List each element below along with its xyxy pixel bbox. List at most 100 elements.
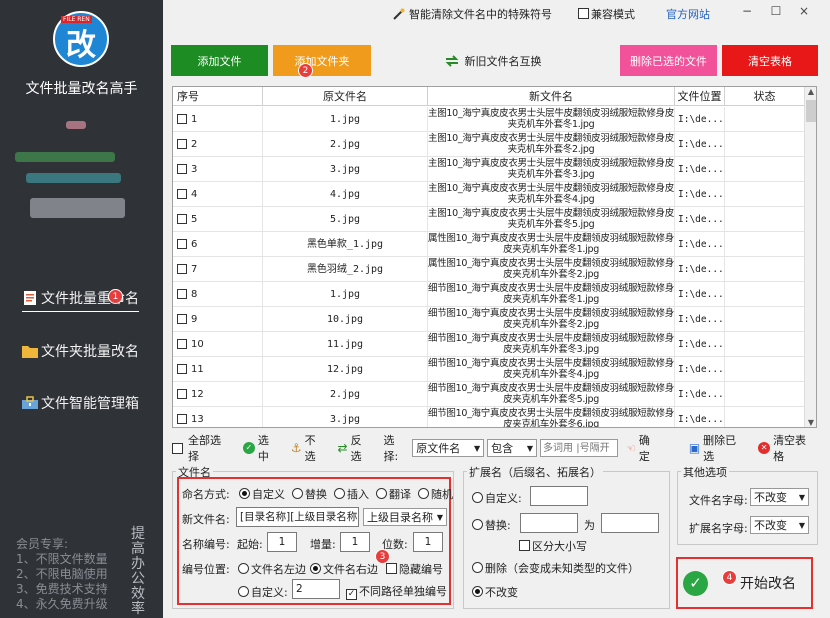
maximize-icon[interactable]: ☐ xyxy=(765,4,787,18)
mode-replace-radio[interactable]: 替换 xyxy=(292,488,327,501)
row-index-cell[interactable]: 9 xyxy=(173,307,263,332)
scroll-up-icon[interactable]: ▲ xyxy=(805,87,816,96)
table-row[interactable]: 6 黑色单款_1.jpg 属性图10_海宁真皮皮衣男士头层牛皮翻领皮羽绒服短款修身皮… xyxy=(173,232,805,257)
clear-table-button[interactable]: 清空表格 xyxy=(722,45,818,76)
ext-replace-radio[interactable]: 替换: xyxy=(472,517,511,533)
close-icon[interactable]: × xyxy=(793,4,815,18)
mode-insert-radio[interactable]: 插入 xyxy=(334,488,369,501)
row-index-cell[interactable]: 5 xyxy=(173,207,263,232)
row-checkbox[interactable] xyxy=(177,239,187,249)
compat-mode-checkbox[interactable]: 兼容模式 xyxy=(578,6,635,22)
table-row[interactable]: 9 10.jpg 细节图10_海宁真皮皮衣男士头层牛皮翻领皮羽绒服短款修身皮夹克机车… xyxy=(173,307,805,332)
deselect-button[interactable]: ⚓ 不选 xyxy=(291,432,327,464)
table-scrollbar[interactable]: ▲ ▼ xyxy=(804,87,816,427)
pos-right-radio[interactable]: 文件名右边 xyxy=(310,561,378,577)
sidebar-item-file-manager[interactable]: 文件智能管理箱 xyxy=(22,393,139,413)
start-rename-button[interactable]: ✓ 开始改名 xyxy=(676,557,813,609)
minimize-icon[interactable]: − xyxy=(736,4,758,18)
ext-replace-to-input[interactable] xyxy=(601,513,659,533)
keyword-input[interactable] xyxy=(540,439,619,457)
table-row[interactable]: 10 11.jpg 细节图10_海宁真皮皮衣男士头层牛皮翻领皮羽绒服短款修身皮夹克机… xyxy=(173,332,805,357)
ext-replace-from-input[interactable] xyxy=(520,513,578,533)
row-index-cell[interactable]: 7 xyxy=(173,257,263,282)
invert-button[interactable]: ⇄ 反选 xyxy=(338,432,373,464)
row-index-cell[interactable]: 10 xyxy=(173,332,263,357)
row-checkbox[interactable] xyxy=(177,264,187,274)
table-row[interactable]: 8 1.jpg 细节图10_海宁真皮皮衣男士头层牛皮翻领皮羽绒服短款修身皮夹克机车外… xyxy=(173,282,805,307)
table-row[interactable]: 4 4.jpg 主图10_海宁真皮皮衣男士头层牛皮翻领皮羽绒服短款修身皮夹克机车外套… xyxy=(173,182,805,207)
mode-translate-radio[interactable]: 翻译 xyxy=(376,488,411,501)
row-index-cell[interactable]: 3 xyxy=(173,157,263,182)
row-index-cell[interactable]: 13 xyxy=(173,407,263,427)
step-input[interactable]: 1 xyxy=(340,532,370,552)
chevron-down-icon: ▼ xyxy=(436,512,443,522)
table-row[interactable]: 3 3.jpg 主图10_海宁真皮皮衣男士头层牛皮翻领皮羽绒服短款修身皮夹克机车外套… xyxy=(173,157,805,182)
pos-left-radio[interactable]: 文件名左边 xyxy=(238,561,306,577)
select-button[interactable]: ✓ 选中 xyxy=(242,432,280,464)
sidebar-item-folder-rename[interactable]: 文件夹批量改名 xyxy=(22,341,139,361)
delete-selected-files-button[interactable]: 删除已选的文件 xyxy=(620,45,717,76)
row-checkbox[interactable] xyxy=(177,139,187,149)
ext-unchanged-radio[interactable]: 不改变 xyxy=(472,584,518,600)
select-all-checkbox[interactable]: 全部选择 xyxy=(172,432,232,464)
start-input[interactable]: 1 xyxy=(267,532,297,552)
new-name-input[interactable]: [目录名称][上级目录名称] xyxy=(236,507,359,527)
special-chars-button[interactable]: 智能清除文件名中的特殊符号 xyxy=(392,6,552,22)
row-checkbox[interactable] xyxy=(177,114,187,124)
scroll-down-icon[interactable]: ▼ xyxy=(805,418,816,427)
case-sensitive-checkbox[interactable]: 区分大小写 xyxy=(519,538,587,554)
swap-names-button[interactable]: 新旧文件名互换 xyxy=(439,45,547,76)
ext-to-label: 为 xyxy=(584,519,595,532)
row-index-cell[interactable]: 2 xyxy=(173,132,263,157)
table-row[interactable]: 5 5.jpg 主图10_海宁真皮皮衣男士头层牛皮翻领皮羽绒服短款修身皮夹克机车外套… xyxy=(173,207,805,232)
row-index-cell[interactable]: 12 xyxy=(173,382,263,407)
official-site-link[interactable]: 官方网站 xyxy=(666,6,710,22)
mode-random-radio[interactable]: 随机 xyxy=(418,488,453,501)
add-folder-button[interactable]: 添加文件夹 xyxy=(273,45,371,76)
confirm-button[interactable]: ☜ 确定 xyxy=(626,432,661,464)
separate-numbering-checkbox[interactable]: ✓ 不同路径单独编号 xyxy=(346,583,447,600)
table-row[interactable]: 1 1.jpg 主图10_海宁真皮皮衣男士头层牛皮翻领皮羽绒服短款修身皮夹克机车外套… xyxy=(173,107,805,132)
row-index-cell[interactable]: 8 xyxy=(173,282,263,307)
new-name-select[interactable]: 上级目录名称 ▼ xyxy=(363,508,447,526)
row-index: 1 xyxy=(191,114,198,125)
table-row[interactable]: 7 黑色羽绒_2.jpg 属性图10_海宁真皮皮衣男士头层牛皮翻领皮羽绒服短款修身皮… xyxy=(173,257,805,282)
row-checkbox[interactable] xyxy=(177,414,187,424)
match-select[interactable]: 包含 ▼ xyxy=(487,439,538,457)
location-cell: I:\de... xyxy=(675,307,725,332)
table-row[interactable]: 2 2.jpg 主图10_海宁真皮皮衣男士头层牛皮翻领皮羽绒服短款修身皮夹克机车外套… xyxy=(173,132,805,157)
row-index-cell[interactable]: 1 xyxy=(173,107,263,132)
ext-custom-input[interactable] xyxy=(530,486,588,506)
selection-toolbar: 全部选择 ✓选中 ⚓不选 ⇄反选 选择: 原文件名 ▼ 包含 ▼ ☜确定 ▣删除已选… xyxy=(172,434,817,463)
row-checkbox[interactable] xyxy=(177,389,187,399)
scroll-thumb[interactable] xyxy=(806,100,816,122)
hide-number-checkbox[interactable]: 隐藏编号 xyxy=(386,561,443,577)
row-index-cell[interactable]: 11 xyxy=(173,357,263,382)
hand-icon: ☜ xyxy=(626,441,636,455)
field-select[interactable]: 原文件名 ▼ xyxy=(412,439,485,457)
mode-custom-radio[interactable]: 自定义 xyxy=(239,488,285,501)
row-index: 7 xyxy=(191,264,198,275)
pos-custom-radio[interactable]: 自定义: xyxy=(238,584,288,600)
table-row[interactable]: 11 12.jpg 细节图10_海宁真皮皮衣男士头层牛皮翻领皮羽绒服短款修身皮夹克机… xyxy=(173,357,805,382)
table-row[interactable]: 12 2.jpg 细节图10_海宁真皮皮衣男士头层牛皮翻领皮羽绒服短款修身皮夹克机车… xyxy=(173,382,805,407)
add-file-button[interactable]: 添加文件 xyxy=(171,45,268,76)
row-checkbox[interactable] xyxy=(177,214,187,224)
row-index-cell[interactable]: 4 xyxy=(173,182,263,207)
ext-delete-radio[interactable]: 删除（会变成未知类型的文件） xyxy=(472,560,639,576)
clear-table-small-button[interactable]: ✕ 清空表格 xyxy=(758,432,817,464)
digits-input[interactable]: 1 xyxy=(413,532,443,552)
table-row[interactable]: 13 3.jpg 细节图10_海宁真皮皮衣男士头层牛皮翻领皮羽绒服短款修身皮夹克机车… xyxy=(173,407,805,427)
name-case-select[interactable]: 不改变 ▼ xyxy=(750,488,809,506)
row-index-cell[interactable]: 6 xyxy=(173,232,263,257)
ext-case-select[interactable]: 不改变 ▼ xyxy=(750,516,809,534)
delete-selected-button[interactable]: ▣ 删除已选 xyxy=(689,432,747,464)
ext-custom-radio[interactable]: 自定义: xyxy=(472,490,522,506)
row-checkbox[interactable] xyxy=(177,364,187,374)
row-checkbox[interactable] xyxy=(177,314,187,324)
row-checkbox[interactable] xyxy=(177,164,187,174)
row-checkbox[interactable] xyxy=(177,339,187,349)
row-checkbox[interactable] xyxy=(177,189,187,199)
row-checkbox[interactable] xyxy=(177,289,187,299)
pos-custom-input[interactable]: 2 xyxy=(292,579,340,599)
